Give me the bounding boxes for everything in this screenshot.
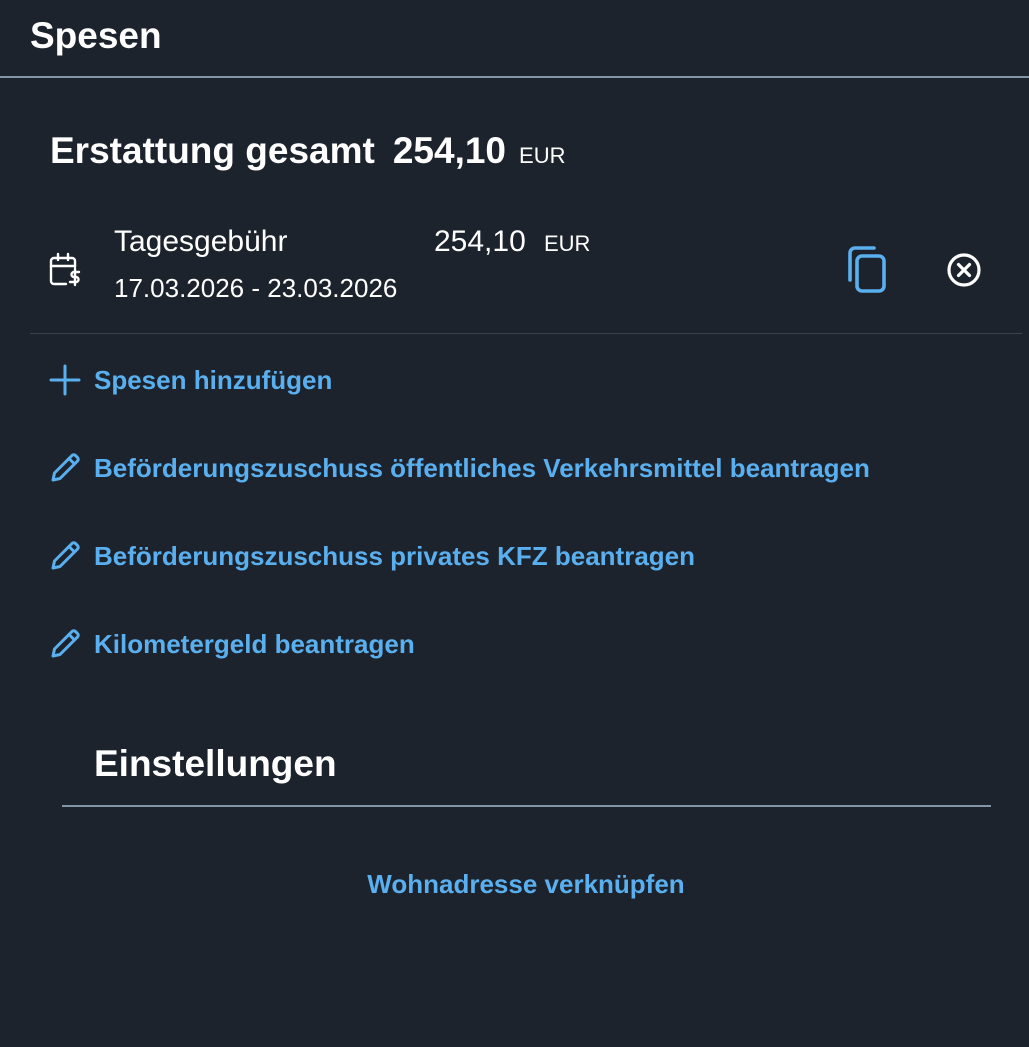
public-transport-subsidy-action[interactable]: Beförderungszuschuss öffentliches Verkeh…	[48, 448, 870, 488]
total-currency: EUR	[519, 143, 566, 168]
pencil-icon	[48, 451, 82, 485]
expense-item-amount: 254,10	[434, 225, 526, 258]
mileage-allowance-label[interactable]: Kilometergeld beantragen	[94, 629, 415, 660]
add-expense-action[interactable]: Spesen hinzufügen	[48, 360, 332, 400]
settings-heading: Einstellungen	[94, 743, 337, 784]
remove-item-button[interactable]	[944, 250, 984, 290]
private-car-subsidy-action[interactable]: Beförderungszuschuss privates KFZ beantr…	[48, 536, 695, 576]
expense-item-name: Tagesgebühr	[114, 225, 288, 258]
header-bar: Spesen	[0, 0, 1029, 78]
plus-icon	[48, 363, 82, 397]
public-transport-subsidy-label[interactable]: Beförderungszuschuss öffentliches Verkeh…	[94, 453, 870, 484]
copy-button[interactable]	[844, 244, 894, 296]
expense-item-currency: EUR	[544, 231, 591, 256]
mileage-allowance-action[interactable]: Kilometergeld beantragen	[48, 624, 415, 664]
pencil-icon	[48, 627, 82, 661]
total-label: Erstattung gesamt	[50, 130, 375, 171]
calendar-money-icon	[48, 252, 82, 288]
settings-divider	[62, 805, 991, 807]
pencil-icon	[48, 539, 82, 573]
link-home-address-link[interactable]: Wohnadresse verknüpfen	[0, 866, 1029, 902]
copy-icon	[848, 246, 886, 293]
expense-item-row: Tagesgebühr 254,10 EUR 17.03.2026 - 23.0…	[30, 210, 1022, 334]
private-car-subsidy-label[interactable]: Beförderungszuschuss privates KFZ beantr…	[94, 541, 695, 572]
add-expense-label[interactable]: Spesen hinzufügen	[94, 365, 332, 396]
total-amount: 254,10	[392, 130, 507, 171]
page-title: Spesen	[30, 15, 162, 56]
expense-item-dates: 17.03.2026 - 23.03.2026	[114, 273, 398, 303]
total-summary: Erstattung gesamt 254,10 EUR	[50, 130, 565, 178]
close-circle-icon	[947, 253, 981, 287]
